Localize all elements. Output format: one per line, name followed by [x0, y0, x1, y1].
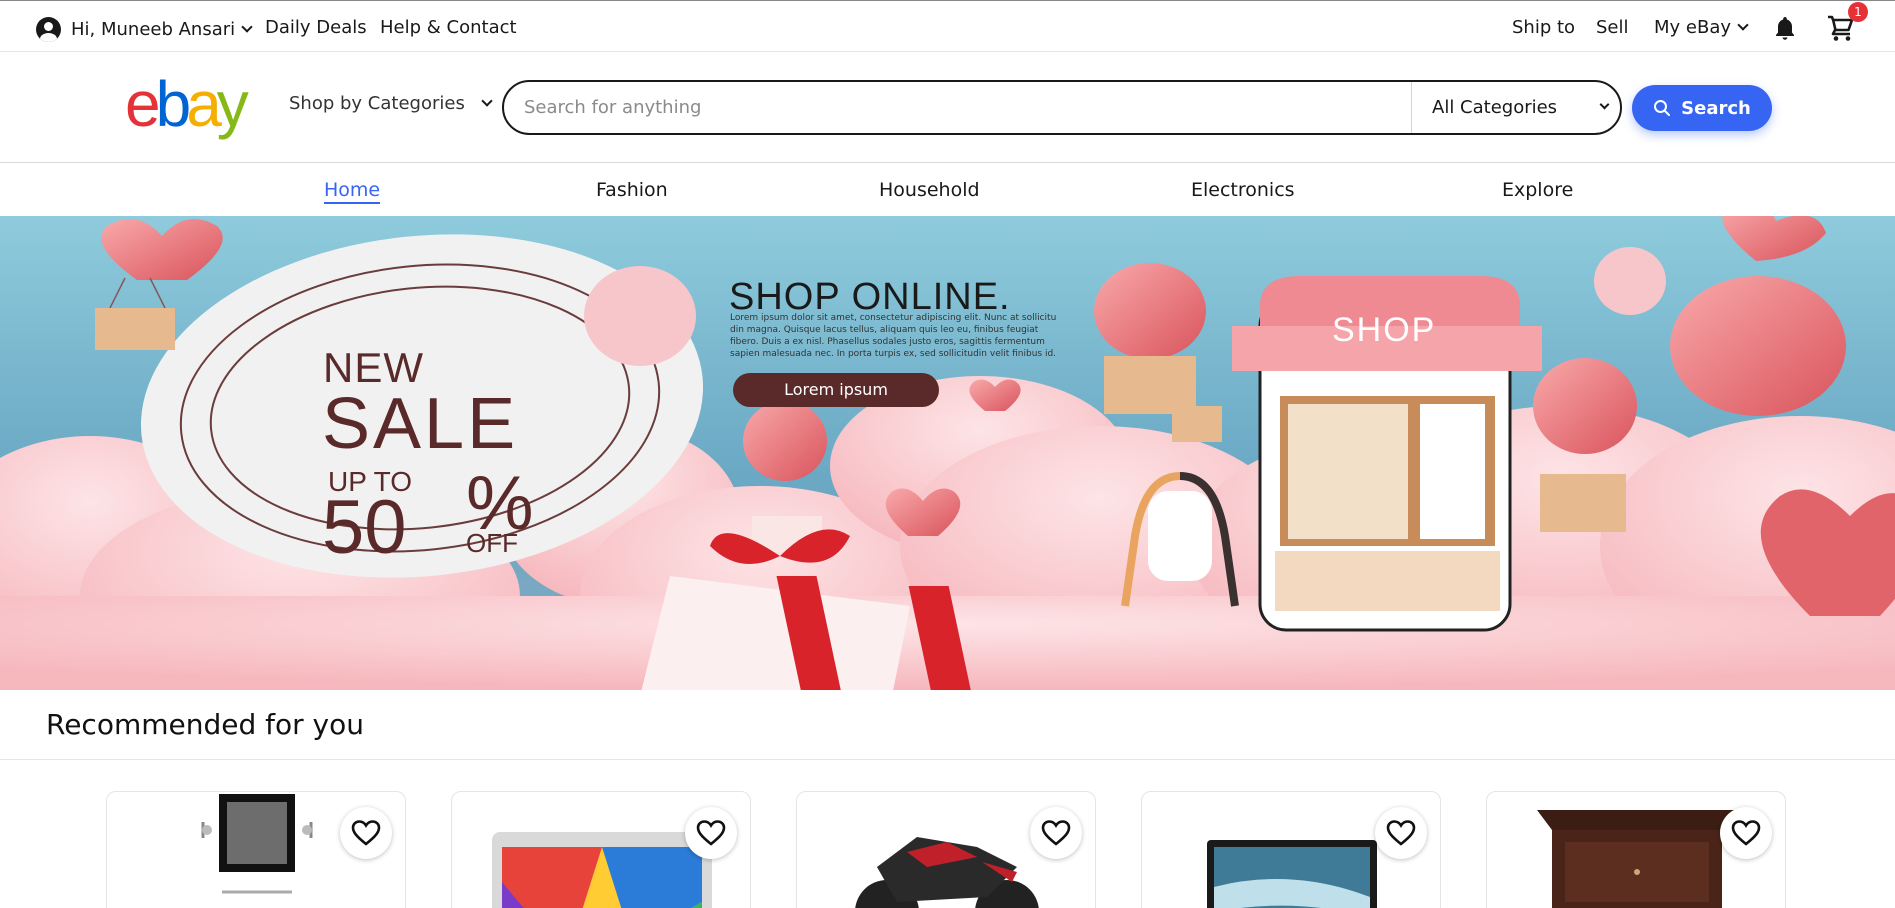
product-card[interactable]: [451, 791, 751, 908]
chevron-down-icon: [1599, 99, 1610, 110]
nav-explore[interactable]: Explore: [1502, 179, 1573, 201]
help-contact-link[interactable]: Help & Contact: [380, 17, 517, 38]
favorite-button[interactable]: [1030, 807, 1082, 859]
nav-fashion[interactable]: Fashion: [596, 179, 668, 201]
heart-icon: [351, 820, 381, 846]
top-utility-bar: Hi, Muneeb Ansari Daily Deals Help & Con…: [0, 0, 1895, 52]
favorite-button[interactable]: [685, 807, 737, 859]
balloon-center: [743, 401, 827, 552]
shop-by-categories-label: Shop by Categories: [289, 93, 465, 114]
search-icon: [1654, 100, 1671, 116]
daily-deals-link[interactable]: Daily Deals: [265, 17, 367, 38]
product-card[interactable]: [1486, 791, 1786, 908]
nav-electronics[interactable]: Electronics: [1191, 179, 1295, 201]
bell-icon[interactable]: [1773, 15, 1797, 41]
recommended-title: Recommended for you: [46, 708, 364, 741]
nav-household[interactable]: Household: [879, 179, 980, 201]
product-card[interactable]: [796, 791, 1096, 908]
product-card[interactable]: [106, 791, 406, 908]
sale-off: OFF: [466, 528, 518, 558]
nav-divider: [0, 162, 1895, 163]
lorem-ipsum-button[interactable]: Lorem ipsum: [733, 373, 939, 407]
chevron-down-icon: [481, 95, 493, 107]
shop-online-body: Lorem ipsum dolor sit amet, consectetur …: [730, 313, 1057, 359]
section-divider: [0, 759, 1895, 760]
search-bar: All Categories: [502, 80, 1622, 135]
chevron-down-icon: [1737, 19, 1749, 31]
favorite-button[interactable]: [1720, 807, 1772, 859]
heart-icon: [1041, 820, 1071, 846]
favorite-button[interactable]: [340, 807, 392, 859]
greeting-label: Hi, Muneeb Ansari: [71, 19, 236, 40]
ebay-logo[interactable]: ebay: [125, 72, 249, 136]
user-greeting-menu[interactable]: Hi, Muneeb Ansari: [36, 17, 253, 42]
nav-home[interactable]: Home: [324, 179, 381, 204]
search-button[interactable]: Search: [1632, 85, 1772, 131]
sale-fifty: 50: [322, 485, 407, 570]
search-input[interactable]: [504, 82, 1412, 133]
category-select[interactable]: All Categories: [1411, 82, 1620, 133]
favorite-button[interactable]: [1375, 807, 1427, 859]
search-button-label: Search: [1681, 97, 1751, 119]
my-ebay-label: My eBay: [1654, 17, 1732, 38]
heart-icon: [1386, 820, 1416, 846]
chevron-down-icon: [241, 21, 253, 33]
shop-sign: SHOP: [1332, 311, 1437, 349]
my-ebay-menu[interactable]: My eBay: [1654, 17, 1749, 38]
user-icon: [36, 17, 61, 42]
promo-banner[interactable]: NEW SALE UP TO 50 % OFF SHOP ONLINE. Lor…: [0, 216, 1895, 690]
cart-count-badge: 1: [1848, 2, 1868, 22]
sell-link[interactable]: Sell: [1596, 17, 1629, 38]
heart-icon: [1731, 820, 1761, 846]
sale-title: SALE: [322, 384, 519, 464]
shop-by-categories-button[interactable]: Shop by Categories: [289, 93, 493, 114]
heart-icon: [696, 820, 726, 846]
category-select-value: All Categories: [1432, 97, 1558, 118]
ship-to-link[interactable]: Ship to: [1512, 17, 1575, 38]
product-card[interactable]: [1141, 791, 1441, 908]
